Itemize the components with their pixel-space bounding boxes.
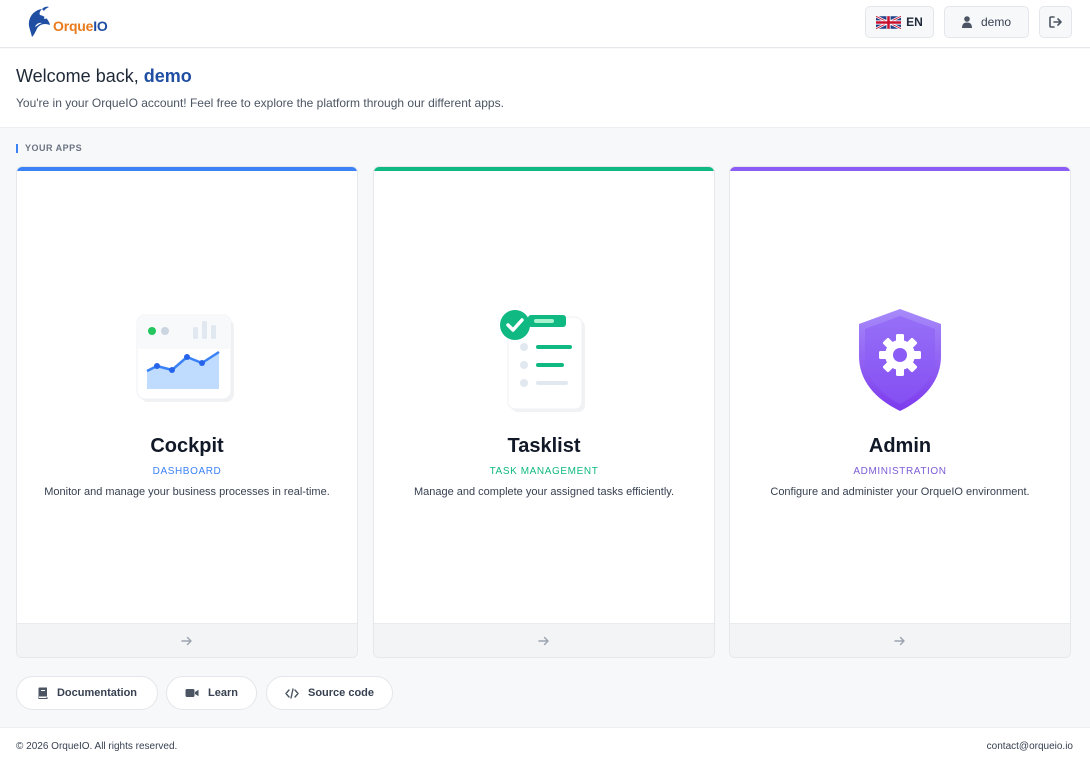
user-icon	[961, 16, 972, 28]
orca-logo-icon	[28, 6, 50, 37]
welcome-username: demo	[143, 66, 192, 86]
learn-link[interactable]: Learn	[166, 676, 257, 710]
card-illustration	[17, 297, 357, 417]
app-card-admin[interactable]: Admin ADMINISTRATION Configure and admin…	[729, 166, 1071, 658]
card-footer[interactable]	[17, 623, 357, 657]
arrow-right-icon	[181, 636, 192, 645]
app-title: Cockpit	[150, 435, 224, 457]
card-accent-bar	[730, 167, 1070, 171]
arrow-right-icon	[894, 636, 905, 645]
top-navbar: OrqueIO EN demo	[0, 0, 1090, 48]
shield-gear-icon	[859, 309, 941, 411]
copyright-text: © 2026 OrqueIO. All rights reserved.	[16, 741, 178, 752]
dashboard-chart-icon	[136, 314, 234, 402]
language-code: EN	[906, 15, 923, 29]
section-label-your-apps: YOUR APPS	[16, 143, 82, 153]
card-illustration	[374, 297, 714, 417]
welcome-banner: Welcome back, demo You're in your OrqueI…	[0, 49, 1090, 128]
card-footer[interactable]	[374, 623, 714, 657]
documentation-label: Documentation	[56, 687, 138, 699]
user-menu-button[interactable]: demo	[944, 6, 1029, 38]
app-description: Manage and complete your assigned tasks …	[413, 486, 675, 498]
app-card-tasklist[interactable]: Tasklist TASK MANAGEMENT Manage and comp…	[373, 166, 715, 658]
user-name: demo	[980, 15, 1012, 29]
logout-icon	[1048, 16, 1062, 28]
source-code-link[interactable]: Source code	[266, 676, 393, 710]
app-subtitle: TASK MANAGEMENT	[489, 466, 599, 477]
app-title: Admin	[868, 435, 932, 457]
card-footer[interactable]	[730, 623, 1070, 657]
uk-flag-icon	[876, 14, 902, 30]
video-icon	[185, 689, 199, 697]
code-icon	[285, 687, 299, 699]
app-title: Tasklist	[507, 435, 581, 457]
app-description: Configure and administer your OrqueIO en…	[770, 486, 1030, 498]
app-subtitle: DASHBOARD	[152, 466, 222, 477]
welcome-message: You're in your OrqueIO account! Feel fre…	[16, 96, 504, 110]
brand-name: OrqueIO	[53, 18, 108, 34]
learn-label: Learn	[208, 687, 238, 699]
welcome-heading: Welcome back, demo	[16, 66, 192, 86]
card-accent-bar	[374, 167, 714, 171]
app-description: Monitor and manage your business process…	[44, 486, 330, 498]
card-illustration	[730, 297, 1070, 417]
documentation-link[interactable]: Documentation	[16, 676, 158, 710]
app-subtitle: ADMINISTRATION	[853, 466, 947, 477]
contact-email-link[interactable]: contact@orqueio.io	[987, 741, 1073, 752]
arrow-right-icon	[538, 636, 549, 645]
source-code-label: Source code	[307, 687, 375, 699]
section-accent-bar	[16, 143, 18, 153]
orqueio-logo[interactable]: OrqueIO	[26, 6, 108, 40]
language-button[interactable]: EN	[865, 6, 934, 38]
card-accent-bar	[17, 167, 357, 171]
app-card-cockpit[interactable]: Cockpit DASHBOARD Monitor and manage you…	[16, 166, 358, 658]
book-icon	[37, 687, 48, 699]
logout-button[interactable]	[1039, 6, 1072, 38]
checklist-icon	[500, 310, 585, 412]
page-footer: © 2026 OrqueIO. All rights reserved. con…	[0, 727, 1090, 760]
